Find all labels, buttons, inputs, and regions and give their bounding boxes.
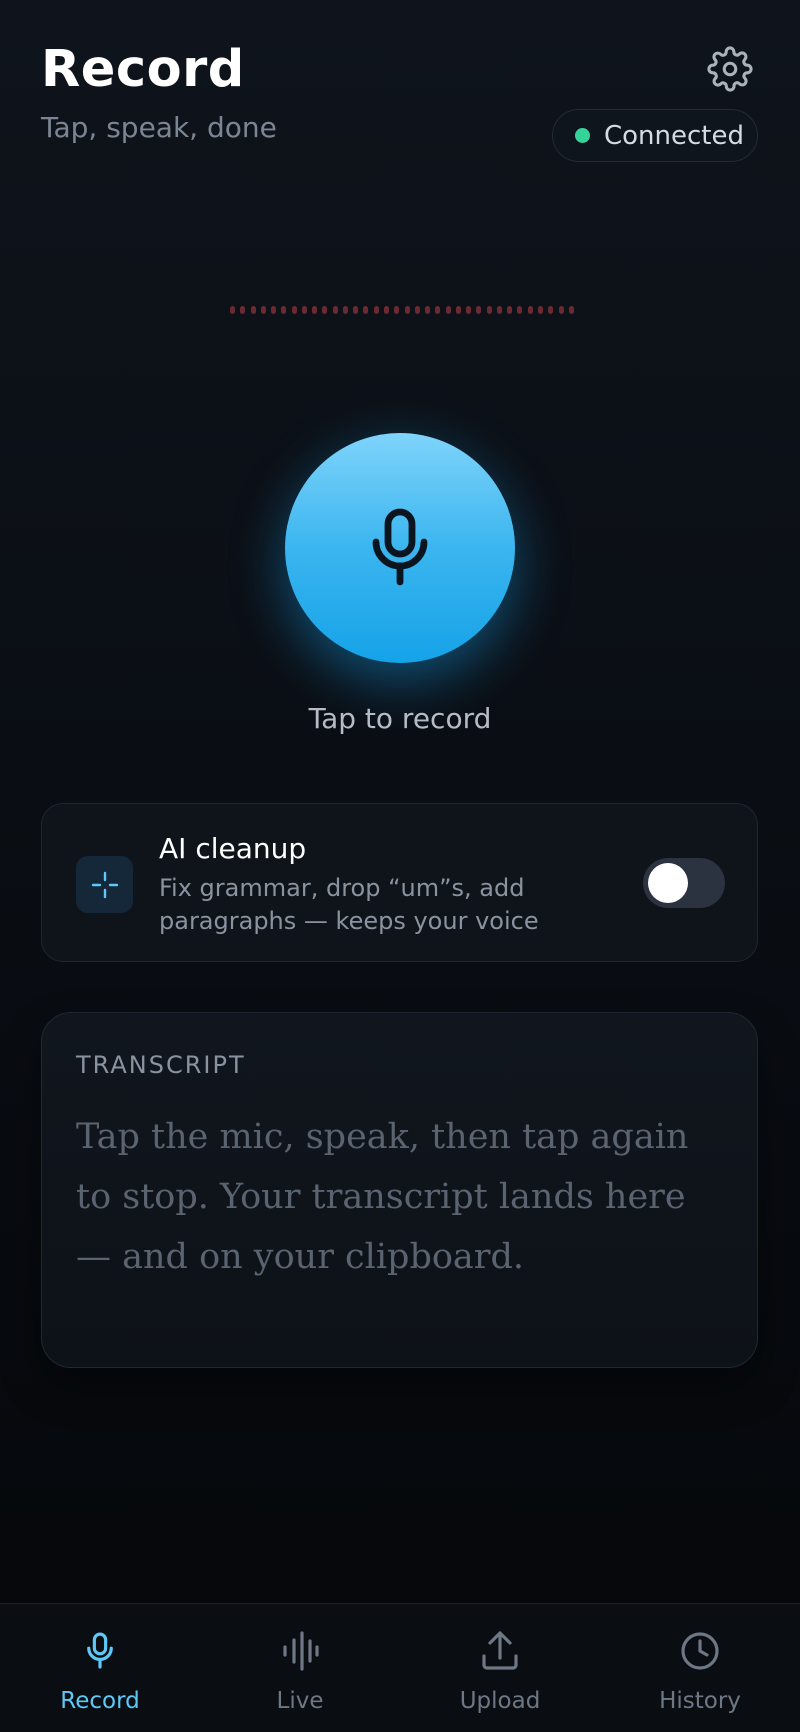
level-dot [332,306,338,314]
level-dot [517,306,523,314]
tab-history[interactable]: History [600,1624,800,1724]
level-dot [373,306,379,314]
level-dot [425,306,431,314]
level-dot [363,306,369,314]
level-dot [414,306,420,314]
transcript-panel[interactable]: TRANSCRIPT Tap the mic, speak, then tap … [41,1012,758,1368]
level-dot [404,306,410,314]
ai-cleanup-description: Fix grammar, drop “um”s, add paragraphs … [159,874,539,935]
settings-button[interactable] [703,42,757,96]
level-dot [507,306,513,314]
gear-icon [707,46,753,92]
audio-level-meter [230,306,574,314]
status-dot-icon [575,128,590,143]
level-dot [291,306,297,314]
ai-cleanup-card: AI cleanup Fix grammar, drop “um”s, add … [41,803,758,962]
level-dot [250,306,256,314]
sparkle-icon [76,856,133,913]
level-dot [445,306,451,314]
tab-upload[interactable]: Upload [400,1624,600,1724]
tab-label: Live [276,1688,324,1714]
level-dot [322,306,328,314]
level-dot [353,306,359,314]
upload-icon [482,1631,518,1670]
page-title: Record [41,40,245,99]
connection-status-badge: Connected [552,109,758,162]
level-dot [558,306,564,314]
toggle-knob [648,863,688,903]
level-dot [496,306,502,314]
bottom-tab-bar: Record Live Upload History [0,1603,800,1732]
tab-label: Record [60,1688,140,1714]
status-label: Connected [604,120,745,151]
level-dot [435,306,441,314]
tab-label: Upload [459,1688,541,1714]
transcript-label: TRANSCRIPT [76,1051,246,1079]
level-dot [312,306,318,314]
tab-record[interactable]: Record [0,1624,200,1724]
header: Record Tap, speak, done [41,40,277,144]
ai-cleanup-toggle[interactable] [643,858,725,908]
level-dot [301,306,307,314]
level-dot [455,306,461,314]
level-dot [466,306,472,314]
level-dot [230,306,235,314]
level-dot [383,306,389,314]
level-dot [527,306,533,314]
page-subtitle: Tap, speak, done [41,111,277,144]
level-dot [476,306,482,314]
level-dot [548,306,554,314]
level-dot [568,306,574,314]
tab-label: History [659,1688,741,1714]
ai-cleanup-title: AI cleanup [159,832,307,865]
mic-icon [372,508,428,586]
record-button[interactable] [285,433,515,663]
level-dot [342,306,348,314]
record-hint: Tap to record [308,702,492,735]
mic-icon [87,1632,113,1669]
level-dot [240,306,246,314]
level-dot [537,306,543,314]
transcript-placeholder: Tap the mic, speak, then tap again to st… [76,1117,689,1277]
level-dot [486,306,492,314]
level-dot [394,306,400,314]
level-dot [271,306,277,314]
level-dot [281,306,287,314]
waveform-icon [283,1631,319,1671]
clock-icon [681,1632,719,1670]
level-dot [260,306,266,314]
tab-live[interactable]: Live [200,1624,400,1724]
